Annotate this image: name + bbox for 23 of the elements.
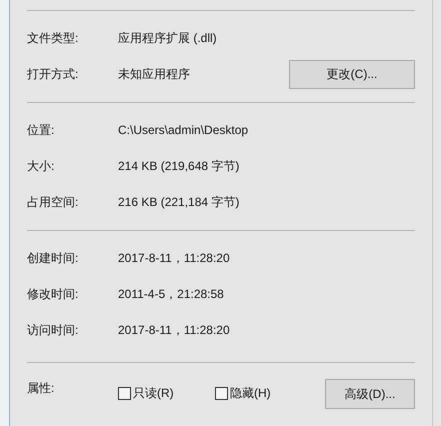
- property-value: 应用程序扩展 (.dll): [118, 30, 218, 47]
- property-label: 占用空间:: [27, 194, 80, 211]
- property-label: 修改时间:: [27, 286, 80, 303]
- property-value: 214 KB (219,648 字节): [118, 158, 240, 175]
- property-value: 2017-8-11，11:28:20: [118, 322, 231, 339]
- checkbox-label: 隐藏(H): [230, 385, 271, 402]
- property-label: 访问时间:: [27, 322, 80, 339]
- checkbox-label: 只读(R): [133, 385, 174, 402]
- property-value: 未知应用程序: [118, 66, 191, 83]
- advanced-button[interactable]: 高级(D)...: [325, 379, 415, 409]
- property-label: 文件类型:: [27, 30, 80, 47]
- property-label: 位置:: [27, 122, 56, 139]
- property-label: 大小:: [27, 158, 56, 175]
- property-value: 216 KB (221,184 字节): [118, 194, 240, 211]
- property-value: 2011-4-5，21:28:58: [118, 286, 225, 303]
- property-label: 打开方式:: [27, 66, 80, 83]
- property-value: C:\Users\admin\Desktop: [118, 122, 250, 139]
- checkbox[interactable]: [215, 386, 228, 400]
- attributes-label: 属性:: [27, 380, 56, 397]
- property-label: 创建时间:: [27, 250, 80, 267]
- checkbox[interactable]: [118, 386, 131, 400]
- property-value: 2017-8-11，11:28:20: [118, 250, 231, 267]
- change-button[interactable]: 更改(C)...: [289, 60, 415, 88]
